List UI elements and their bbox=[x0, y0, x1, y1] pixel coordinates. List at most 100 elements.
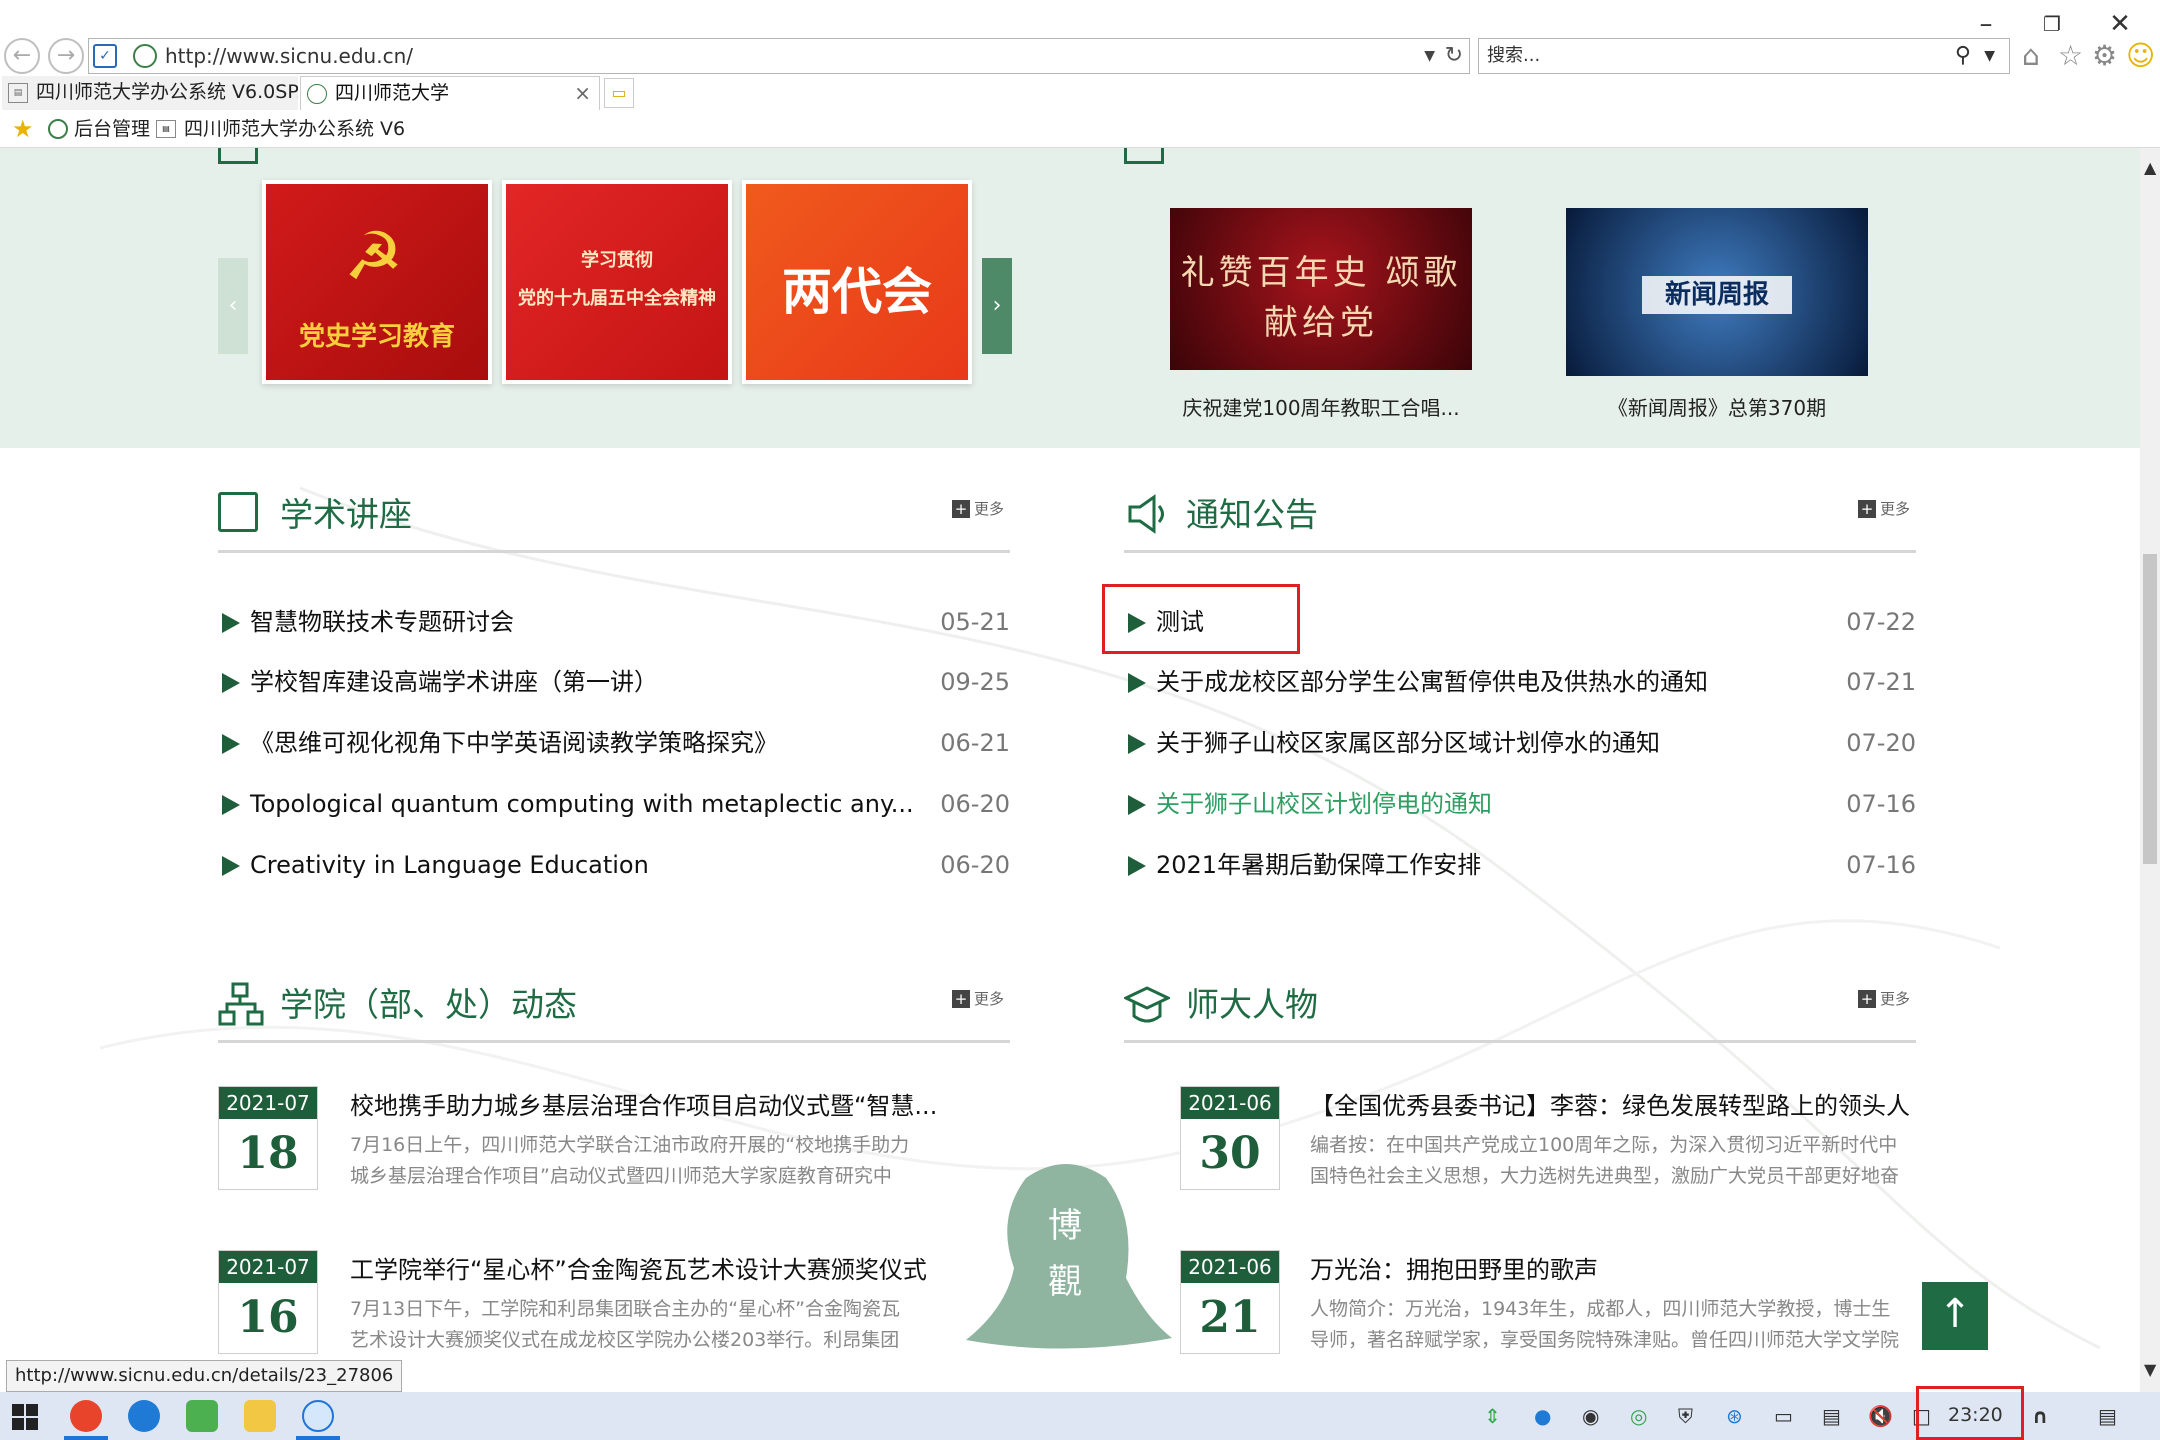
people-title: 师大人物 bbox=[1186, 985, 1318, 1024]
windows-start-icon[interactable] bbox=[12, 1404, 38, 1430]
messenger-app-icon[interactable] bbox=[128, 1400, 160, 1432]
site-favicon bbox=[307, 84, 327, 104]
list-item[interactable]: 智慧物联技术专题研讨会 05-21 bbox=[218, 600, 1010, 644]
shield-icon: ✓ bbox=[93, 44, 117, 68]
active-app-indicator bbox=[64, 1436, 108, 1440]
graduation-cap-icon bbox=[1122, 984, 1172, 1028]
notification-center-icon[interactable]: ▤ bbox=[2098, 1404, 2117, 1428]
list-item[interactable]: 关于狮子山校区计划停电的通知 07-16 bbox=[1124, 782, 1916, 826]
video-caption[interactable]: 庆祝建党100周年教职工合唱... bbox=[1170, 392, 1472, 421]
list-item[interactable]: 关于成龙校区部分学生公寓暂停供电及供热水的通知 07-21 bbox=[1124, 660, 1916, 704]
divider bbox=[218, 550, 1010, 553]
close-window-button[interactable]: ✕ bbox=[2094, 4, 2146, 44]
home-icon[interactable]: ⌂ bbox=[2022, 40, 2040, 72]
scrollbar-thumb[interactable] bbox=[2143, 554, 2157, 864]
banner-two-congresses[interactable]: 两代会 bbox=[742, 180, 972, 384]
forward-button[interactable]: → bbox=[48, 38, 84, 74]
feedback-smiley-icon[interactable]: ☺ bbox=[2126, 40, 2155, 72]
refresh-icon[interactable]: ↻ bbox=[1445, 39, 1463, 73]
tab-label: 四川师范大学 bbox=[335, 82, 450, 104]
security-tray-icon[interactable]: ◎ bbox=[1630, 1404, 1647, 1428]
video-caption[interactable]: 《新闻周报》总第370期 bbox=[1566, 392, 1868, 421]
battery-icon[interactable]: ▭ bbox=[1774, 1404, 1793, 1428]
list-item[interactable]: Creativity in Language Education 06-20 bbox=[218, 843, 1010, 887]
list-item[interactable]: 关于狮子山校区家属区部分区域计划停水的通知 07-20 bbox=[1124, 721, 1916, 765]
list-item[interactable]: 《思维可视化视角下中学英语阅读教学策略探究》 06-21 bbox=[218, 721, 1010, 765]
tab-sicnu[interactable]: 四川师范大学 × bbox=[300, 76, 600, 110]
messenger-tray-icon[interactable]: ● bbox=[1534, 1404, 1551, 1428]
wechat-app-icon[interactable] bbox=[186, 1400, 218, 1432]
divider bbox=[218, 1040, 1010, 1043]
video-thumb-chorus[interactable]: 礼赞百年史 颂歌献给党 bbox=[1170, 208, 1472, 370]
tab-oa-system[interactable]: ▤ 四川师范大学办公系统 V6.0SP... bbox=[2, 76, 298, 110]
back-to-top-button[interactable]: ↑ bbox=[1922, 1282, 1988, 1350]
browser-chrome: – ❐ ✕ ← → ✓ http://www.sicnu.edu.cn/ ▼ ↻… bbox=[0, 0, 2160, 148]
page-scrollbar[interactable]: ▲ ▼ bbox=[2140, 148, 2160, 1392]
back-button[interactable]: ← bbox=[4, 38, 40, 74]
org-tree-icon bbox=[218, 982, 264, 1028]
date-badge: 2021-06 30 bbox=[1180, 1086, 1280, 1190]
speaker-icon bbox=[1126, 494, 1166, 534]
close-tab-icon[interactable]: × bbox=[574, 77, 591, 109]
scroll-up-arrow[interactable]: ▲ bbox=[2144, 158, 2156, 177]
video-overlay-text: 礼赞百年史 颂歌献给党 bbox=[1180, 253, 1462, 343]
network-tool-icon[interactable]: ⇕ bbox=[1484, 1404, 1501, 1428]
scroll-down-arrow[interactable]: ▼ bbox=[2144, 1360, 2156, 1379]
news-title[interactable]: 万光治：拥抱田野里的歌声 bbox=[1310, 1250, 1598, 1285]
address-bar[interactable]: ✓ http://www.sicnu.edu.cn/ ▼ ↻ bbox=[88, 38, 1470, 74]
address-url[interactable]: http://www.sicnu.edu.cn/ bbox=[165, 39, 413, 73]
address-dropdown-icon[interactable]: ▼ bbox=[1424, 39, 1435, 73]
date-badge: 2021-07 18 bbox=[218, 1086, 318, 1190]
browser-app-icon[interactable] bbox=[70, 1400, 102, 1432]
search-icon[interactable]: ⚲ bbox=[1955, 39, 1971, 73]
news-title[interactable]: 校地携手助力城乡基层治理合作项目启动仪式暨“智慧... bbox=[350, 1086, 937, 1121]
decorative-stone: 博觀 bbox=[966, 1158, 1172, 1358]
site-favicon bbox=[133, 44, 157, 68]
settings-gear-icon[interactable]: ⚙ bbox=[2092, 40, 2117, 72]
news-title[interactable]: 工学院举行“星心杯”合金陶瓷瓦艺术设计大赛颁奖仪式 bbox=[350, 1250, 927, 1285]
news-summary: 7月16日上午，四川师范大学联合江油市政府开展的“校地携手助力城乡基层治理合作项… bbox=[350, 1134, 910, 1187]
banner-line1: 学习贯彻 bbox=[581, 250, 653, 271]
new-tab-button[interactable]: ▭ bbox=[604, 78, 634, 108]
video-thumb-weekly[interactable]: 新闻周报 bbox=[1566, 208, 1868, 376]
banner-party-history[interactable]: ☭ 党史学习教育 bbox=[262, 180, 492, 384]
search-box[interactable]: 搜索... ⚲ ▼ bbox=[1478, 38, 2010, 74]
ie-browser-icon[interactable] bbox=[302, 1400, 334, 1432]
news-title[interactable]: 【全国优秀县委书记】李蓉：绿色发展转型路上的领头人 bbox=[1310, 1086, 1910, 1121]
notices-more-link[interactable]: + 更多 bbox=[1858, 498, 1910, 519]
volume-muted-icon[interactable]: 🔇 bbox=[1868, 1404, 1893, 1428]
bluetooth-icon[interactable]: ⊛ bbox=[1726, 1404, 1743, 1428]
app-tray-icon[interactable]: ∩ bbox=[2032, 1404, 2048, 1428]
date-badge: 2021-07 16 bbox=[218, 1250, 318, 1354]
file-explorer-icon[interactable] bbox=[244, 1400, 276, 1432]
status-url: http://www.sicnu.edu.cn/details/23_27806 bbox=[6, 1360, 403, 1392]
shield-tray-icon[interactable]: ⛨ bbox=[1678, 1404, 1693, 1428]
restore-button[interactable]: ❐ bbox=[2026, 4, 2078, 44]
college-news-more-link[interactable]: + 更多 bbox=[952, 988, 1004, 1009]
search-dropdown-icon[interactable]: ▼ bbox=[1984, 39, 1995, 73]
banner-caption: 党史学习教育 bbox=[298, 322, 455, 352]
divider bbox=[1124, 1040, 1916, 1043]
clock-time[interactable]: 23:20 bbox=[1948, 1404, 2003, 1426]
annotation-highlight-box bbox=[1102, 584, 1300, 654]
list-item[interactable]: 2021年暑期后勤保障工作安排 07-16 bbox=[1124, 843, 1916, 887]
list-item[interactable]: 学校智库建设高端学术讲座（第一讲） 09-25 bbox=[218, 660, 1010, 704]
lectures-more-link[interactable]: + 更多 bbox=[952, 498, 1004, 519]
people-more-link[interactable]: + 更多 bbox=[1858, 988, 1910, 1009]
favorites-bar: ★ 后台管理 ▤ 四川师范大学办公系统 V6 bbox=[0, 112, 2160, 148]
divider bbox=[1124, 550, 1916, 553]
list-item[interactable]: Topological quantum computing with metap… bbox=[218, 782, 1010, 826]
topic-icon bbox=[218, 148, 258, 164]
banner-study[interactable]: 学习贯彻 党的十九届五中全会精神 bbox=[502, 180, 732, 384]
network-icon[interactable]: ▤ bbox=[1822, 1404, 1841, 1428]
favorite-link-admin[interactable]: 后台管理 bbox=[74, 112, 150, 146]
notices-title: 通知公告 bbox=[1186, 495, 1318, 534]
qq-tray-icon[interactable]: ◉ bbox=[1582, 1404, 1599, 1428]
carousel-prev-button[interactable]: ‹ bbox=[218, 258, 248, 354]
favorites-star-icon[interactable]: ☆ bbox=[2058, 40, 2083, 72]
favorite-link-oa[interactable]: 四川师范大学办公系统 V6 bbox=[184, 112, 405, 146]
carousel-next-button[interactable]: › bbox=[982, 258, 1012, 354]
favorites-star-icon[interactable]: ★ bbox=[12, 112, 34, 146]
taskbar: ⇕ ● ◉ ◎ ⛨ ⊛ ▭ ▤ 🔇 □ 23:20 ∩ ▤ bbox=[0, 1386, 2160, 1440]
video-icon bbox=[1124, 148, 1164, 164]
